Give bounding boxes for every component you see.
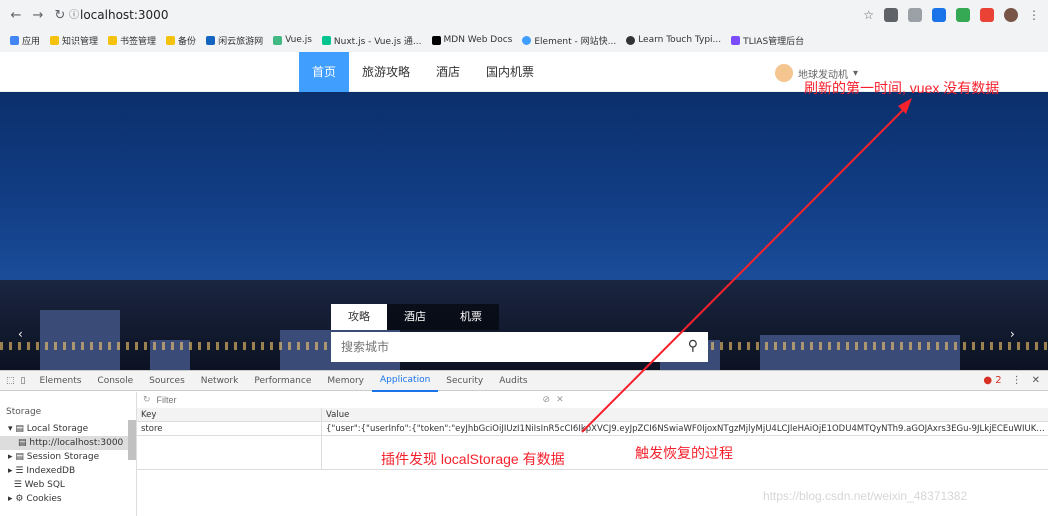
annotation-right: 触发恢复的过程 [635,445,733,461]
annotation-middle: 插件发现 localStorage 有数据 [381,451,565,467]
annotation-top: 刷新的第一时间, vuex 没有数据 [804,80,1000,96]
watermark: https://blog.csdn.net/weixin_48371382 [763,489,968,503]
